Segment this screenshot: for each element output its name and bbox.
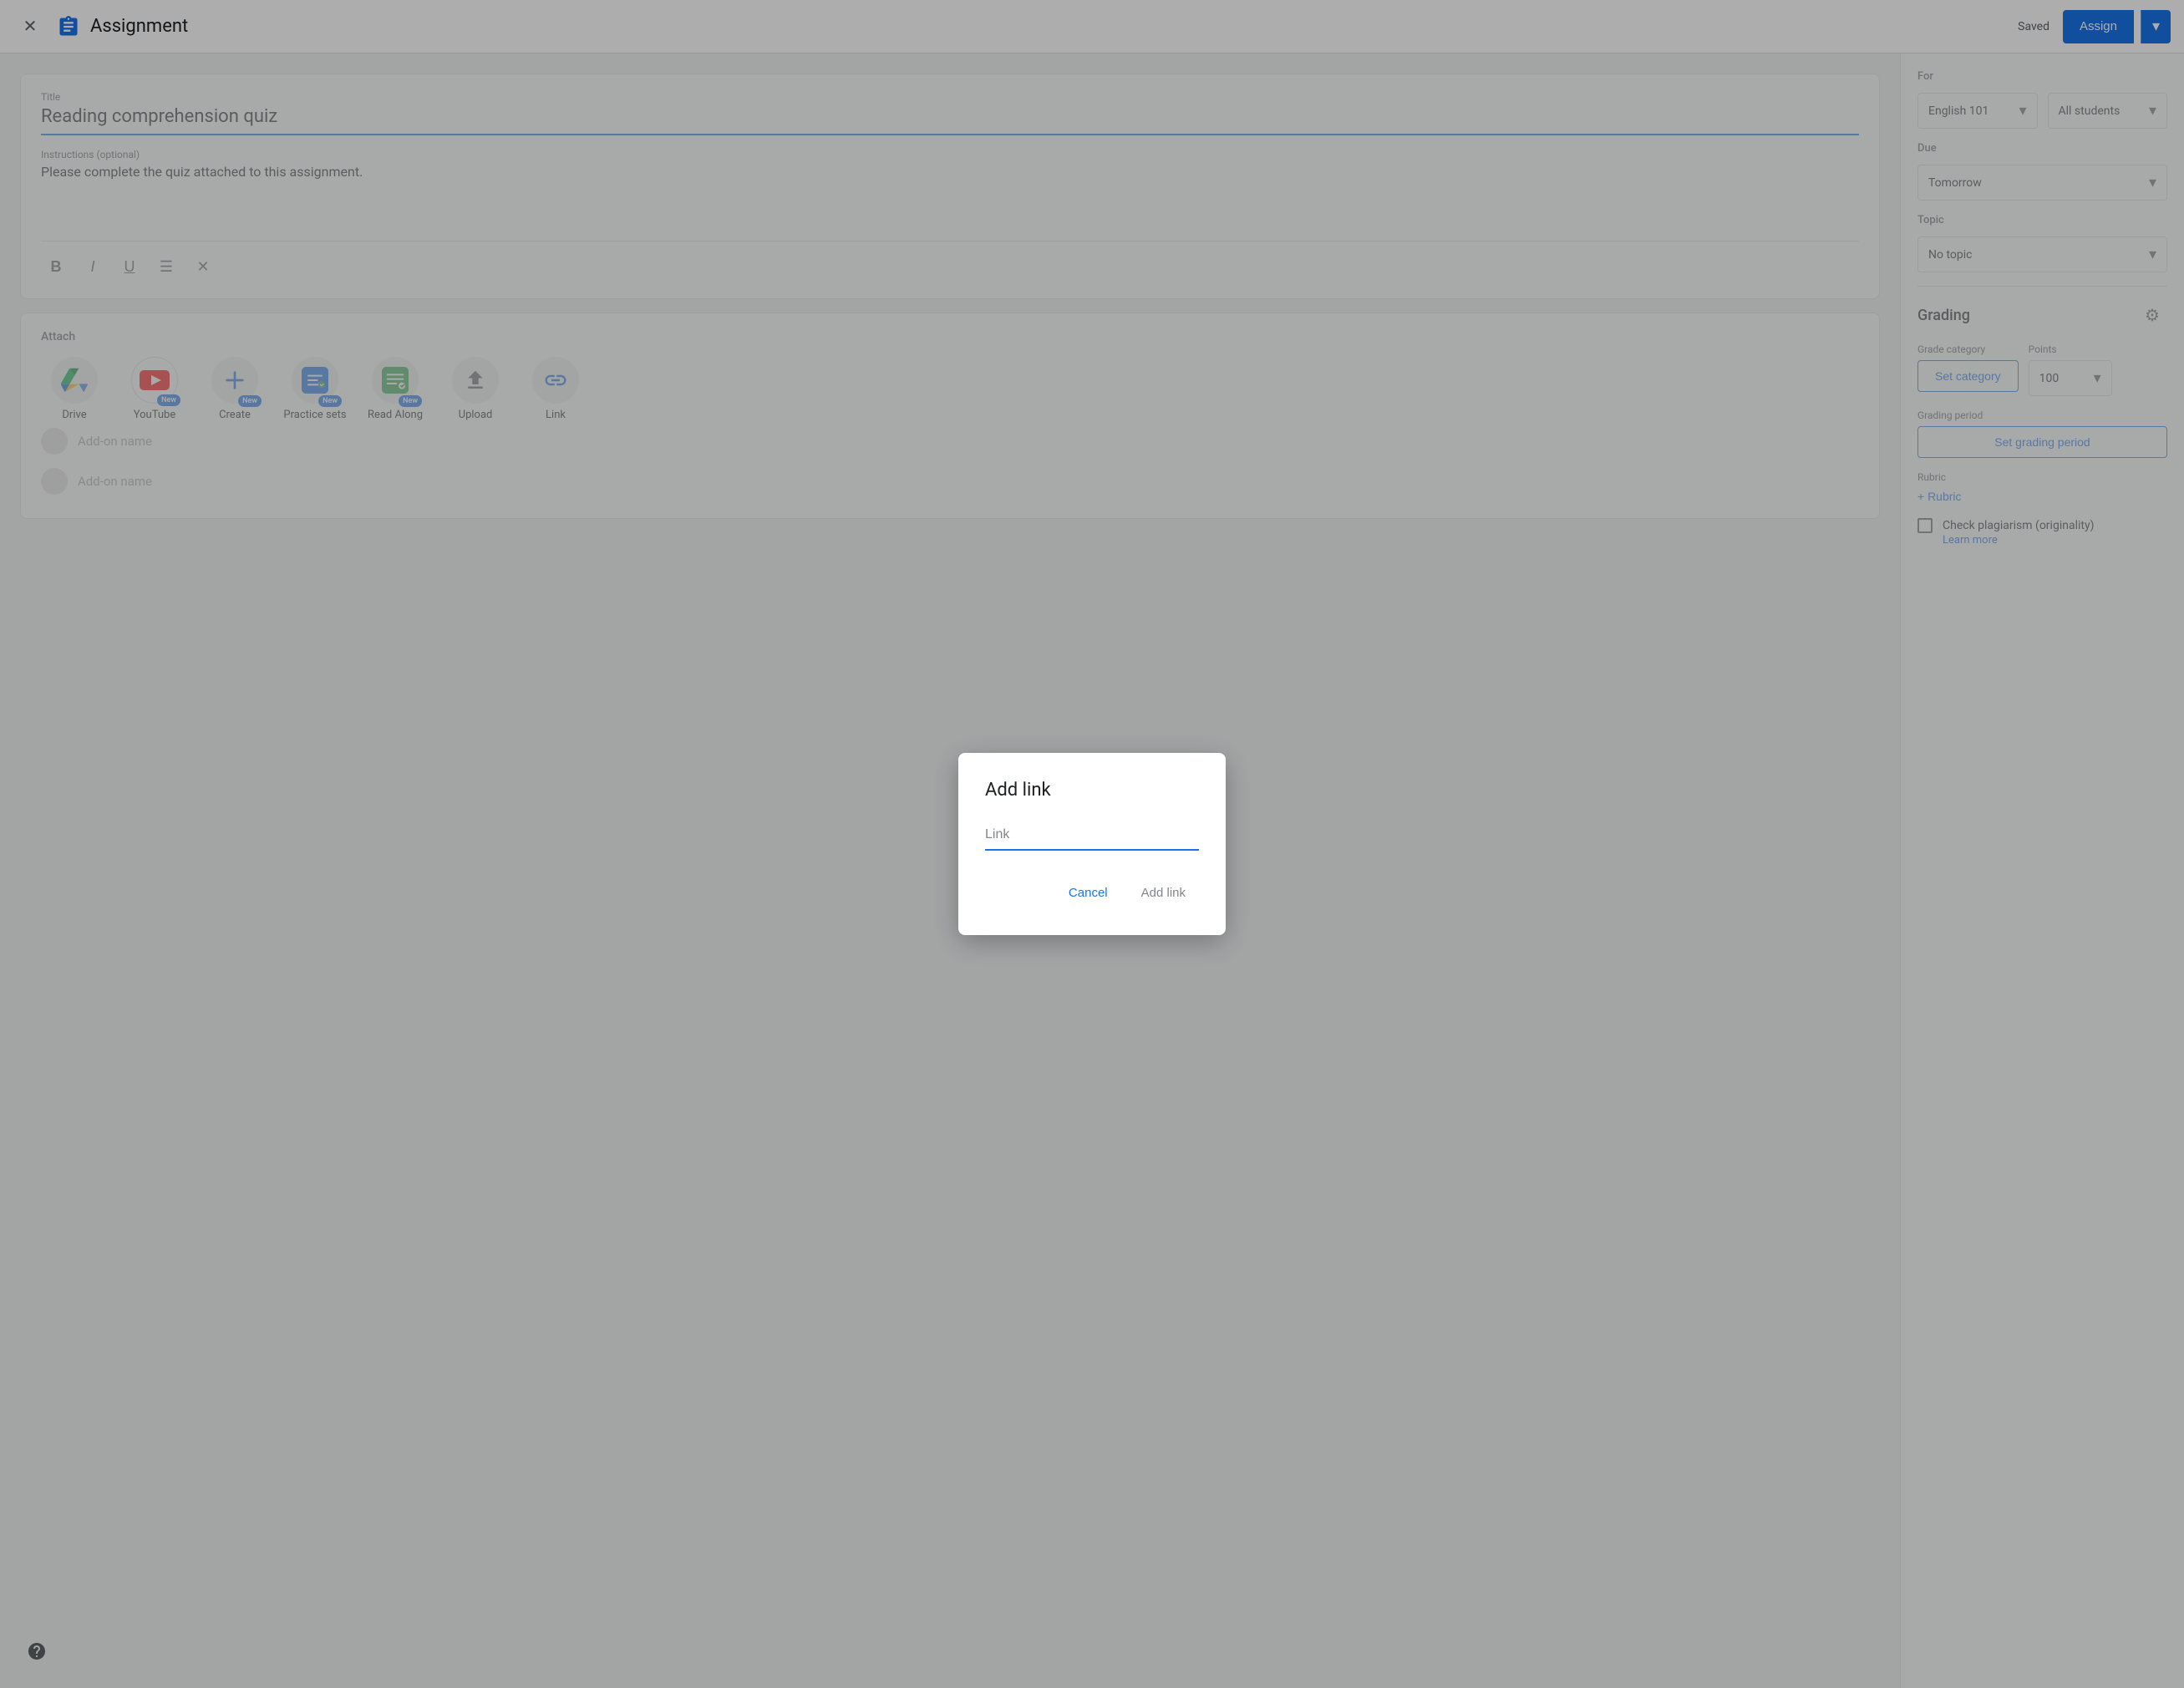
modal-actions: Cancel Add link	[985, 877, 1199, 908]
link-input[interactable]	[985, 821, 1199, 851]
modal-overlay: Add link Cancel Add link	[0, 0, 2184, 1688]
add-link-modal: Add link Cancel Add link	[958, 753, 1226, 935]
add-link-button[interactable]: Add link	[1128, 877, 1199, 908]
cancel-button[interactable]: Cancel	[1055, 877, 1121, 908]
modal-title: Add link	[985, 780, 1199, 801]
